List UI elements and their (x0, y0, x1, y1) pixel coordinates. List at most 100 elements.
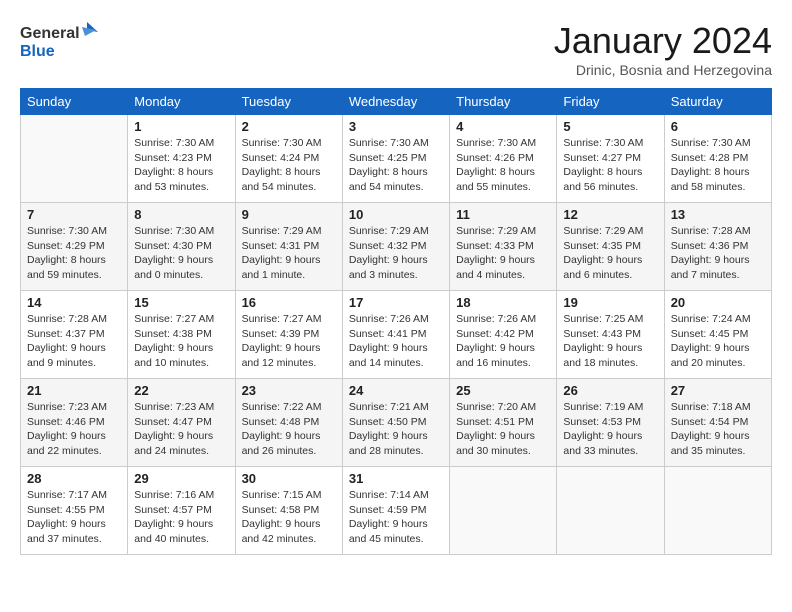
day-number: 21 (27, 383, 121, 398)
header-thursday: Thursday (450, 89, 557, 115)
calendar-cell-w3-d3: 24 Sunrise: 7:21 AM Sunset: 4:50 PM Dayl… (342, 379, 449, 467)
day-info: Sunrise: 7:29 AM Sunset: 4:31 PM Dayligh… (242, 224, 336, 283)
day-number: 8 (134, 207, 228, 222)
day-info: Sunrise: 7:30 AM Sunset: 4:26 PM Dayligh… (456, 136, 550, 195)
calendar-cell-w0-d2: 2 Sunrise: 7:30 AM Sunset: 4:24 PM Dayli… (235, 115, 342, 203)
day-number: 13 (671, 207, 765, 222)
location-subtitle: Drinic, Bosnia and Herzegovina (554, 62, 772, 78)
calendar-week-2: 14 Sunrise: 7:28 AM Sunset: 4:37 PM Dayl… (21, 291, 772, 379)
day-number: 27 (671, 383, 765, 398)
day-info: Sunrise: 7:14 AM Sunset: 4:59 PM Dayligh… (349, 488, 443, 547)
day-info: Sunrise: 7:25 AM Sunset: 4:43 PM Dayligh… (563, 312, 657, 371)
calendar-cell-w2-d5: 19 Sunrise: 7:25 AM Sunset: 4:43 PM Dayl… (557, 291, 664, 379)
day-info: Sunrise: 7:30 AM Sunset: 4:23 PM Dayligh… (134, 136, 228, 195)
day-number: 14 (27, 295, 121, 310)
logo-svg: General Blue (20, 20, 100, 62)
calendar-cell-w3-d5: 26 Sunrise: 7:19 AM Sunset: 4:53 PM Dayl… (557, 379, 664, 467)
header-tuesday: Tuesday (235, 89, 342, 115)
calendar-cell-w0-d4: 4 Sunrise: 7:30 AM Sunset: 4:26 PM Dayli… (450, 115, 557, 203)
svg-text:Blue: Blue (20, 43, 55, 60)
day-number: 5 (563, 119, 657, 134)
calendar-week-0: 1 Sunrise: 7:30 AM Sunset: 4:23 PM Dayli… (21, 115, 772, 203)
calendar-cell-w1-d0: 7 Sunrise: 7:30 AM Sunset: 4:29 PM Dayli… (21, 203, 128, 291)
day-info: Sunrise: 7:22 AM Sunset: 4:48 PM Dayligh… (242, 400, 336, 459)
calendar-cell-w1-d4: 11 Sunrise: 7:29 AM Sunset: 4:33 PM Dayl… (450, 203, 557, 291)
calendar-cell-w2-d1: 15 Sunrise: 7:27 AM Sunset: 4:38 PM Dayl… (128, 291, 235, 379)
day-info: Sunrise: 7:23 AM Sunset: 4:46 PM Dayligh… (27, 400, 121, 459)
calendar-cell-w0-d6: 6 Sunrise: 7:30 AM Sunset: 4:28 PM Dayli… (664, 115, 771, 203)
day-info: Sunrise: 7:30 AM Sunset: 4:28 PM Dayligh… (671, 136, 765, 195)
calendar-page: General Blue January 2024 Drinic, Bosnia… (0, 0, 792, 612)
header-monday: Monday (128, 89, 235, 115)
day-number: 24 (349, 383, 443, 398)
day-number: 3 (349, 119, 443, 134)
day-info: Sunrise: 7:16 AM Sunset: 4:57 PM Dayligh… (134, 488, 228, 547)
calendar-cell-w2-d4: 18 Sunrise: 7:26 AM Sunset: 4:42 PM Dayl… (450, 291, 557, 379)
day-number: 18 (456, 295, 550, 310)
calendar-table: Sunday Monday Tuesday Wednesday Thursday… (20, 88, 772, 555)
day-info: Sunrise: 7:26 AM Sunset: 4:41 PM Dayligh… (349, 312, 443, 371)
header-wednesday: Wednesday (342, 89, 449, 115)
calendar-cell-w0-d1: 1 Sunrise: 7:30 AM Sunset: 4:23 PM Dayli… (128, 115, 235, 203)
day-number: 15 (134, 295, 228, 310)
day-number: 25 (456, 383, 550, 398)
calendar-cell-w2-d0: 14 Sunrise: 7:28 AM Sunset: 4:37 PM Dayl… (21, 291, 128, 379)
calendar-cell-w3-d1: 22 Sunrise: 7:23 AM Sunset: 4:47 PM Dayl… (128, 379, 235, 467)
svg-text:General: General (20, 25, 80, 42)
day-info: Sunrise: 7:18 AM Sunset: 4:54 PM Dayligh… (671, 400, 765, 459)
calendar-cell-w1-d1: 8 Sunrise: 7:30 AM Sunset: 4:30 PM Dayli… (128, 203, 235, 291)
header-friday: Friday (557, 89, 664, 115)
day-info: Sunrise: 7:19 AM Sunset: 4:53 PM Dayligh… (563, 400, 657, 459)
day-number: 12 (563, 207, 657, 222)
calendar-week-4: 28 Sunrise: 7:17 AM Sunset: 4:55 PM Dayl… (21, 467, 772, 555)
day-info: Sunrise: 7:21 AM Sunset: 4:50 PM Dayligh… (349, 400, 443, 459)
day-info: Sunrise: 7:30 AM Sunset: 4:24 PM Dayligh… (242, 136, 336, 195)
day-info: Sunrise: 7:17 AM Sunset: 4:55 PM Dayligh… (27, 488, 121, 547)
calendar-cell-w4-d0: 28 Sunrise: 7:17 AM Sunset: 4:55 PM Dayl… (21, 467, 128, 555)
day-info: Sunrise: 7:30 AM Sunset: 4:30 PM Dayligh… (134, 224, 228, 283)
day-number: 2 (242, 119, 336, 134)
title-section: January 2024 Drinic, Bosnia and Herzegov… (554, 20, 772, 78)
day-number: 6 (671, 119, 765, 134)
day-number: 22 (134, 383, 228, 398)
calendar-cell-w4-d3: 31 Sunrise: 7:14 AM Sunset: 4:59 PM Dayl… (342, 467, 449, 555)
day-info: Sunrise: 7:20 AM Sunset: 4:51 PM Dayligh… (456, 400, 550, 459)
calendar-week-3: 21 Sunrise: 7:23 AM Sunset: 4:46 PM Dayl… (21, 379, 772, 467)
day-number: 7 (27, 207, 121, 222)
day-number: 17 (349, 295, 443, 310)
day-info: Sunrise: 7:26 AM Sunset: 4:42 PM Dayligh… (456, 312, 550, 371)
day-number: 29 (134, 471, 228, 486)
calendar-cell-w0-d5: 5 Sunrise: 7:30 AM Sunset: 4:27 PM Dayli… (557, 115, 664, 203)
day-info: Sunrise: 7:30 AM Sunset: 4:29 PM Dayligh… (27, 224, 121, 283)
day-number: 19 (563, 295, 657, 310)
day-number: 23 (242, 383, 336, 398)
calendar-cell-w1-d2: 9 Sunrise: 7:29 AM Sunset: 4:31 PM Dayli… (235, 203, 342, 291)
calendar-cell-w4-d6 (664, 467, 771, 555)
calendar-cell-w0-d0 (21, 115, 128, 203)
header-saturday: Saturday (664, 89, 771, 115)
calendar-cell-w4-d4 (450, 467, 557, 555)
calendar-cell-w1-d6: 13 Sunrise: 7:28 AM Sunset: 4:36 PM Dayl… (664, 203, 771, 291)
day-info: Sunrise: 7:29 AM Sunset: 4:35 PM Dayligh… (563, 224, 657, 283)
calendar-week-1: 7 Sunrise: 7:30 AM Sunset: 4:29 PM Dayli… (21, 203, 772, 291)
day-info: Sunrise: 7:29 AM Sunset: 4:32 PM Dayligh… (349, 224, 443, 283)
day-info: Sunrise: 7:27 AM Sunset: 4:39 PM Dayligh… (242, 312, 336, 371)
day-number: 9 (242, 207, 336, 222)
day-number: 4 (456, 119, 550, 134)
calendar-cell-w2-d2: 16 Sunrise: 7:27 AM Sunset: 4:39 PM Dayl… (235, 291, 342, 379)
calendar-cell-w3-d0: 21 Sunrise: 7:23 AM Sunset: 4:46 PM Dayl… (21, 379, 128, 467)
day-info: Sunrise: 7:30 AM Sunset: 4:27 PM Dayligh… (563, 136, 657, 195)
day-info: Sunrise: 7:28 AM Sunset: 4:36 PM Dayligh… (671, 224, 765, 283)
day-info: Sunrise: 7:23 AM Sunset: 4:47 PM Dayligh… (134, 400, 228, 459)
day-number: 1 (134, 119, 228, 134)
day-info: Sunrise: 7:27 AM Sunset: 4:38 PM Dayligh… (134, 312, 228, 371)
calendar-header-row: Sunday Monday Tuesday Wednesday Thursday… (21, 89, 772, 115)
day-info: Sunrise: 7:29 AM Sunset: 4:33 PM Dayligh… (456, 224, 550, 283)
day-number: 28 (27, 471, 121, 486)
day-info: Sunrise: 7:15 AM Sunset: 4:58 PM Dayligh… (242, 488, 336, 547)
header-sunday: Sunday (21, 89, 128, 115)
day-number: 16 (242, 295, 336, 310)
logo: General Blue (20, 20, 100, 62)
day-info: Sunrise: 7:24 AM Sunset: 4:45 PM Dayligh… (671, 312, 765, 371)
calendar-cell-w3-d6: 27 Sunrise: 7:18 AM Sunset: 4:54 PM Dayl… (664, 379, 771, 467)
